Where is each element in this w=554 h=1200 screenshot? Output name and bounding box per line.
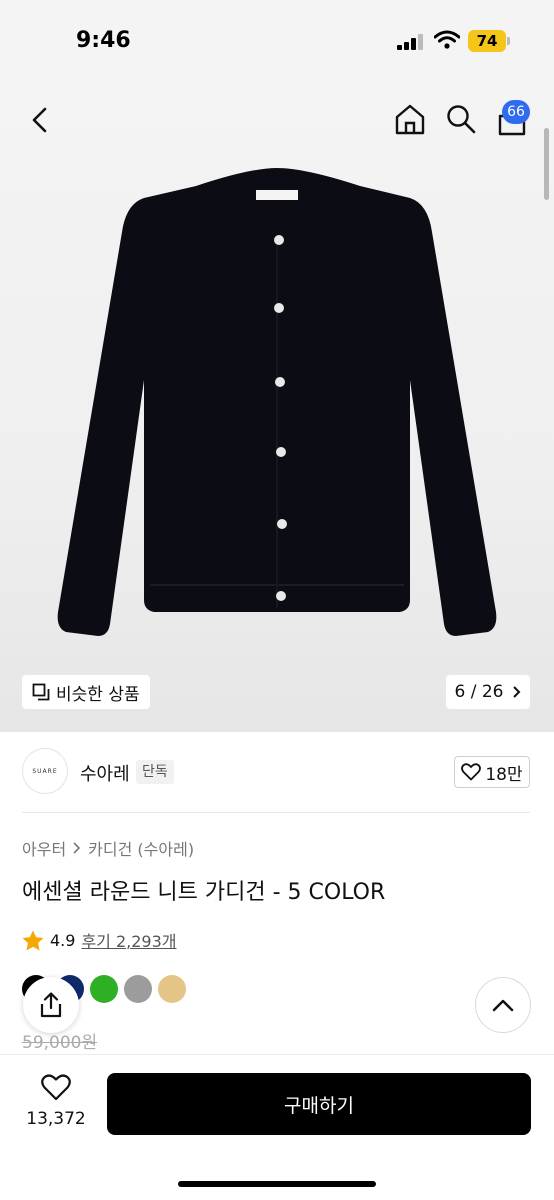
review-count-link[interactable]: 후기 2,293개 bbox=[81, 928, 176, 952]
divider bbox=[22, 812, 530, 813]
share-button[interactable] bbox=[23, 977, 79, 1033]
rating-value: 4.9 bbox=[50, 930, 76, 950]
similar-products-button[interactable]: 비슷한 상품 bbox=[22, 675, 150, 709]
similar-products-label: 비슷한 상품 bbox=[56, 684, 140, 705]
chevron-right-icon bbox=[512, 686, 520, 698]
search-icon[interactable] bbox=[446, 104, 476, 134]
image-pager[interactable]: 6 / 26 bbox=[446, 675, 530, 709]
chevron-right-icon bbox=[73, 842, 81, 854]
scroll-to-top-button[interactable] bbox=[475, 977, 531, 1033]
battery-indicator: 74 bbox=[468, 30, 506, 52]
buy-button[interactable]: 구매하기 bbox=[107, 1073, 531, 1135]
brand-like-button[interactable]: 18만 bbox=[454, 756, 530, 788]
scrollbar[interactable] bbox=[544, 128, 549, 200]
star-icon bbox=[22, 930, 44, 950]
breadcrumb-level2[interactable]: 카디건 (수아레) bbox=[88, 836, 194, 860]
cardigan-image bbox=[57, 168, 497, 636]
back-arrow-icon[interactable] bbox=[28, 106, 52, 134]
status-bar: 9:46 74 bbox=[0, 0, 554, 80]
product-title: 에센셜 라운드 니트 가디건 - 5 COLOR bbox=[22, 880, 386, 905]
similar-icon bbox=[32, 683, 50, 701]
cart-count-badge: 66 bbox=[502, 100, 530, 124]
share-icon bbox=[40, 992, 62, 1018]
heart-icon bbox=[41, 1074, 71, 1101]
home-indicator bbox=[178, 1181, 376, 1187]
wishlist-button[interactable]: 13,372 bbox=[22, 1074, 90, 1129]
color-swatch[interactable] bbox=[158, 975, 186, 1003]
wifi-icon bbox=[434, 30, 460, 49]
brand-like-count: 18만 bbox=[485, 764, 523, 785]
battery-cap bbox=[507, 37, 510, 45]
brand-logo[interactable]: SUARE bbox=[22, 748, 68, 794]
chevron-up-icon bbox=[492, 999, 514, 1012]
rating-row: 4.9 후기 2,293개 bbox=[22, 928, 177, 952]
exclusive-tag: 단독 bbox=[136, 760, 174, 784]
breadcrumb: 아우터 카디건 (수아레) bbox=[22, 836, 194, 860]
breadcrumb-level1[interactable]: 아우터 bbox=[22, 836, 66, 860]
color-swatch[interactable] bbox=[124, 975, 152, 1003]
heart-icon bbox=[461, 763, 482, 781]
cellular-signal-icon bbox=[397, 34, 425, 50]
product-image[interactable] bbox=[0, 80, 554, 732]
home-icon[interactable] bbox=[394, 103, 426, 135]
wishlist-count: 13,372 bbox=[26, 1109, 86, 1129]
brand-name[interactable]: 수아레 bbox=[80, 760, 130, 786]
status-time: 9:46 bbox=[76, 28, 131, 53]
color-swatch[interactable] bbox=[90, 975, 118, 1003]
pager-text: 6 / 26 bbox=[454, 682, 504, 702]
original-price: 59,000원 bbox=[22, 1033, 98, 1053]
